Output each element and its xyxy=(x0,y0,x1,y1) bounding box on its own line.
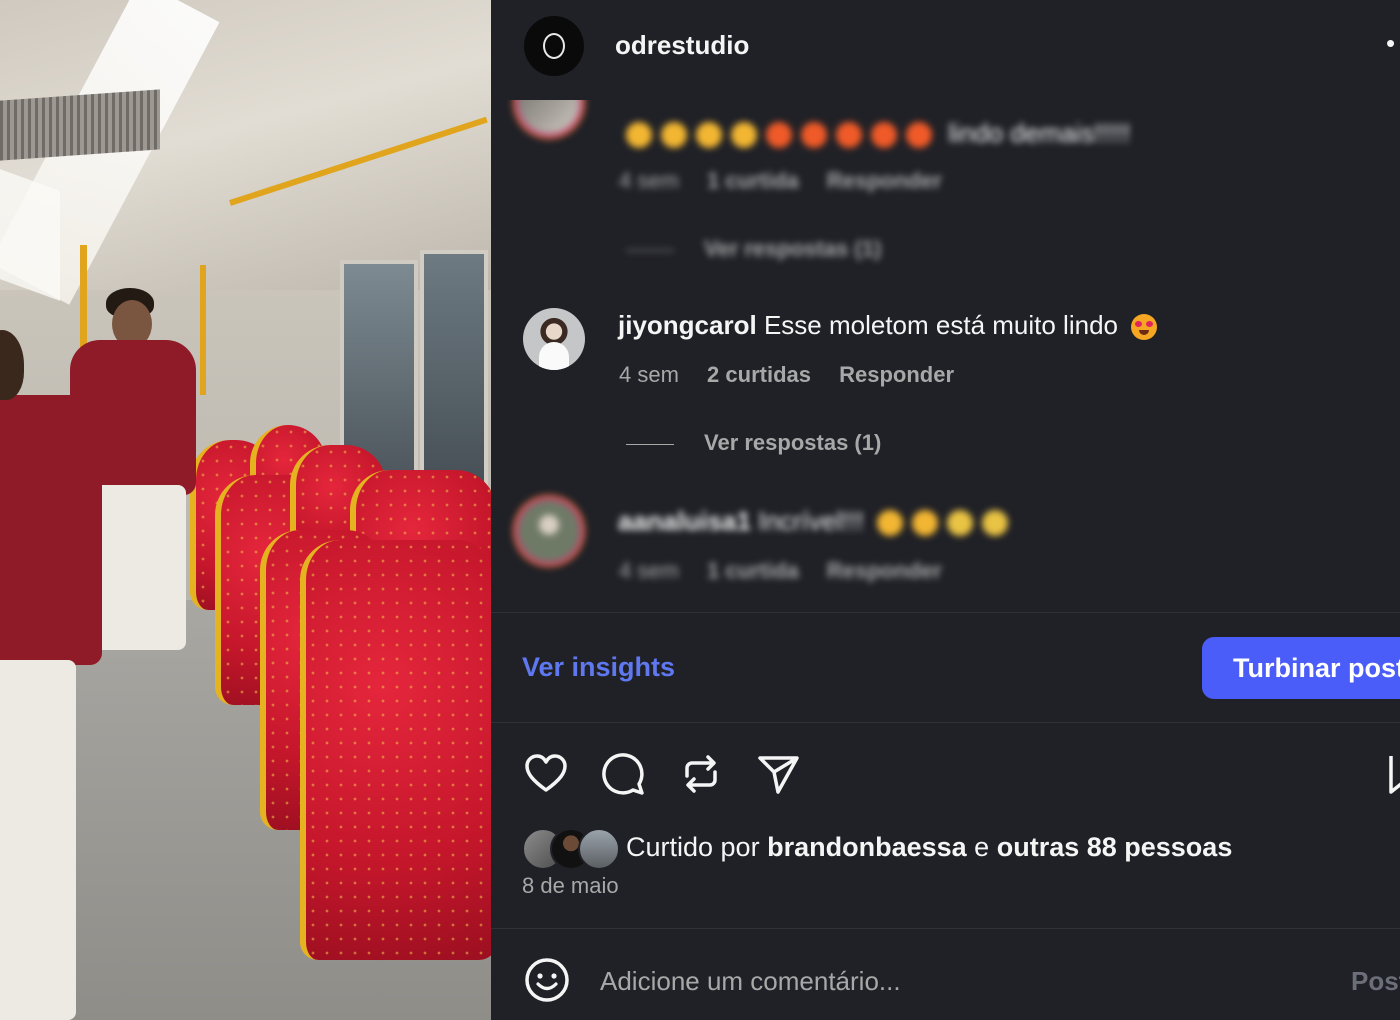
liked-by-conjunction: e xyxy=(974,832,990,862)
comment-time: 4 sem xyxy=(619,168,679,193)
photo-pants xyxy=(94,485,186,650)
comment-body: Esse moletom está muito lindo xyxy=(763,310,1118,340)
comment-input[interactable]: Adicione um comentário... xyxy=(600,966,901,997)
comment-likes[interactable]: 1 curtida xyxy=(707,168,799,193)
comment-reply-button[interactable]: Responder xyxy=(839,362,954,387)
liked-by-text[interactable]: Curtido por brandonbaessa e outras 88 pe… xyxy=(626,832,1232,863)
comment-bubble-icon[interactable] xyxy=(599,750,647,798)
emoji-picker-icon[interactable] xyxy=(524,957,570,1003)
comment-likes[interactable]: 1 curtida xyxy=(707,558,799,583)
comments-list[interactable]: lindo demais!!!!! 4 sem 1 curtida Respon… xyxy=(491,100,1400,610)
comment-username[interactable]: aanaluisa1 xyxy=(618,506,751,536)
fire-emoji-row xyxy=(626,118,948,149)
comment-text: jiyongcarol Esse moletom está muito lind… xyxy=(618,310,1166,341)
photo-hoodie xyxy=(0,395,102,665)
emoji-row xyxy=(871,506,1017,537)
comment-reply-button[interactable]: Responder xyxy=(827,168,942,193)
liked-by-user[interactable]: brandonbaessa xyxy=(767,832,967,862)
divider xyxy=(491,722,1400,723)
comment-username[interactable]: jiyongcarol xyxy=(618,310,757,340)
divider xyxy=(491,928,1400,929)
comment-avatar[interactable] xyxy=(518,100,580,134)
profile-username[interactable]: odrestudio xyxy=(615,30,749,61)
like-heart-icon[interactable] xyxy=(522,750,570,798)
comment-meta: 4 sem 2 curtidas Responder xyxy=(619,362,976,388)
post-photo[interactable] xyxy=(0,0,491,1020)
comment-time: 4 sem xyxy=(619,362,679,387)
comment-avatar[interactable] xyxy=(518,500,580,562)
comment-meta: 4 sem 1 curtida Responder xyxy=(619,558,964,584)
divider xyxy=(491,612,1400,613)
post-header: odrestudio • xyxy=(491,0,1400,100)
more-icon[interactable]: • xyxy=(1386,28,1395,59)
comment-body: lindo demais!!!!! xyxy=(948,118,1131,148)
share-send-icon[interactable] xyxy=(754,750,802,798)
comment-body: Incrível!!! xyxy=(758,506,864,536)
comment-text: aanaluisa1 Incrível!!! xyxy=(618,506,1017,537)
view-replies-label: Ver respostas (1) xyxy=(704,430,882,455)
comment-text: lindo demais!!!!! xyxy=(626,118,1130,149)
view-replies-button[interactable]: Ver respostas (1) xyxy=(626,236,881,262)
comment-time: 4 sem xyxy=(619,558,679,583)
comment-composer: Adicione um comentário... Post xyxy=(491,930,1400,1020)
mini-avatar xyxy=(578,828,620,870)
liked-by-prefix: Curtido por xyxy=(626,832,760,862)
comment-meta: 4 sem 1 curtida Responder xyxy=(619,168,964,194)
replies-line xyxy=(626,249,674,251)
photo-handrail xyxy=(200,265,206,395)
comment-likes[interactable]: 2 curtidas xyxy=(707,362,811,387)
save-bookmark-icon[interactable] xyxy=(1387,750,1400,798)
comment-avatar[interactable] xyxy=(523,308,585,370)
replies-line xyxy=(626,443,674,445)
repost-icon[interactable] xyxy=(677,750,725,798)
boost-post-label: Turbinar post xyxy=(1233,652,1400,683)
profile-avatar[interactable] xyxy=(524,16,584,76)
photo-pants xyxy=(0,660,76,1020)
post-comment-button[interactable]: Post xyxy=(1351,966,1400,997)
post-panel: odrestudio • lindo demais!!!!! 4 sem 1 c… xyxy=(491,0,1400,1020)
brand-logo-icon xyxy=(543,33,565,59)
boost-post-button[interactable]: Turbinar post xyxy=(1202,637,1400,699)
comment-reply-button[interactable]: Responder xyxy=(827,558,942,583)
liked-by-others[interactable]: outras 88 pessoas xyxy=(997,832,1233,862)
photo-air-vent xyxy=(0,89,160,161)
view-replies-button[interactable]: Ver respostas (1) xyxy=(626,430,881,456)
heart-eyes-emoji xyxy=(1131,314,1158,341)
photo-seat xyxy=(300,540,491,960)
view-replies-label: Ver respostas (1) xyxy=(704,236,882,261)
photo-hair xyxy=(0,330,24,400)
photo-ceiling-light-left xyxy=(0,169,60,301)
avatar-figure xyxy=(539,342,569,370)
photo-window-right xyxy=(420,250,488,498)
view-insights-link[interactable]: Ver insights xyxy=(522,652,675,683)
post-date[interactable]: 8 de maio xyxy=(522,873,619,899)
